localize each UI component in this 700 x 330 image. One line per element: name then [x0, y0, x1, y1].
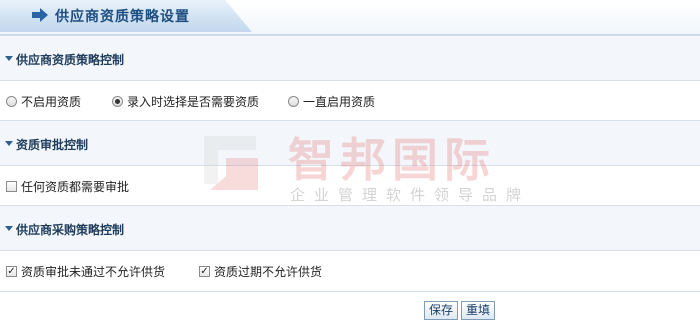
section-title: 资质审批控制 [16, 138, 89, 152]
radio-option-always-enable[interactable]: 一直启用资质 [288, 93, 375, 110]
section-header-purchase[interactable]: 供应商采购策略控制 [0, 205, 700, 251]
page-title: 供应商资质策略设置 [55, 9, 190, 25]
caret-down-icon [5, 226, 13, 231]
checkbox-option-all-need-approval[interactable]: 任何资质都需要审批 [6, 178, 129, 195]
approval-row: 任何资质都需要审批 [0, 166, 700, 206]
qualification-strategy-row: 不启用资质 录入时选择是否需要资质 一直启用资质 [0, 81, 700, 121]
section-header-approval[interactable]: 资质审批控制 [0, 120, 700, 166]
footer-divider [0, 291, 700, 292]
section-header-qualification-strategy[interactable]: 供应商资质策略控制 [0, 35, 700, 81]
caret-down-icon [5, 56, 13, 61]
radio-always-enable[interactable] [288, 96, 299, 107]
title-bar: 供应商资质策略设置 [0, 0, 700, 35]
radio-choose-on-entry[interactable] [112, 96, 123, 107]
radio-disable[interactable] [6, 96, 17, 107]
checkbox-label: 资质审批未通过不允许供货 [21, 265, 166, 279]
radio-option-disable[interactable]: 不启用资质 [6, 93, 81, 110]
section-title: 供应商资质策略控制 [16, 53, 125, 67]
radio-option-choose-on-entry[interactable]: 录入时选择是否需要资质 [112, 93, 259, 110]
caret-down-icon [5, 141, 13, 146]
checkbox-all-need-approval[interactable] [6, 181, 17, 192]
section-title: 供应商采购策略控制 [16, 223, 125, 237]
checkbox-option-reject-expired[interactable]: ✓ 资质过期不允许供货 [199, 263, 322, 280]
arrow-right-icon [32, 8, 48, 22]
checkbox-label: 资质过期不允许供货 [214, 265, 323, 279]
checkbox-reject-expired[interactable]: ✓ [199, 266, 210, 277]
radio-label: 不启用资质 [21, 95, 82, 109]
reset-button[interactable]: 重填 [461, 301, 496, 320]
save-button[interactable]: 保存 [424, 301, 459, 320]
checkbox-reject-unapproved[interactable]: ✓ [6, 266, 17, 277]
purchase-row: ✓ 资质审批未通过不允许供货 ✓ 资质过期不允许供货 [0, 251, 700, 291]
checkbox-label: 任何资质都需要审批 [21, 180, 130, 194]
checkbox-option-reject-unapproved[interactable]: ✓ 资质审批未通过不允许供货 [6, 263, 165, 280]
radio-label: 录入时选择是否需要资质 [127, 95, 260, 109]
radio-label: 一直启用资质 [303, 95, 376, 109]
